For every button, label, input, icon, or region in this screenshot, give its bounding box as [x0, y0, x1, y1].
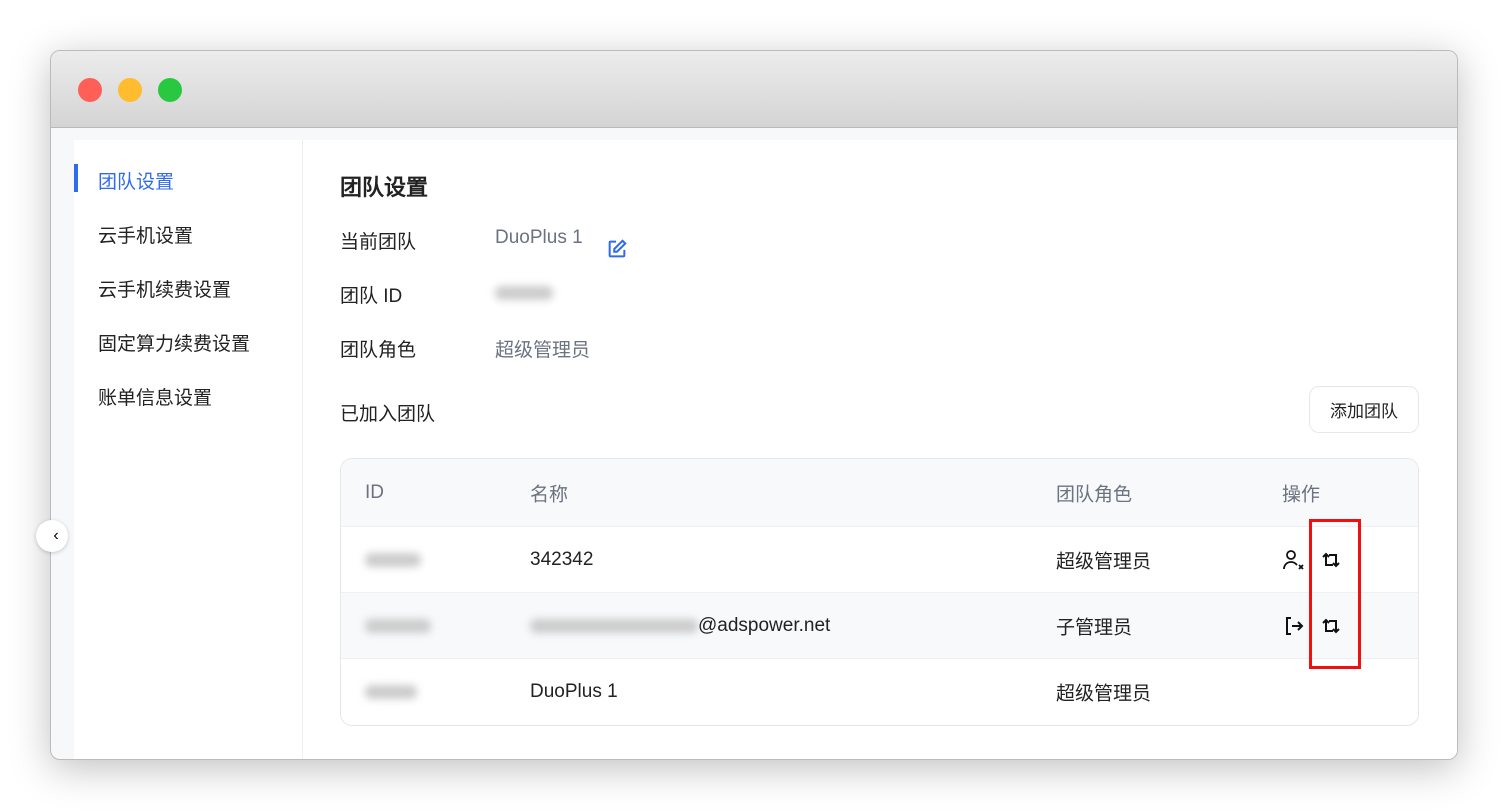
sidebar-item-fixed-compute-renewal[interactable]: 固定算力续费设置 [98, 329, 250, 356]
teams-table: ID 名称 团队角色 操作 342342 超级管理员 @adspower.net… [340, 458, 1419, 726]
joined-teams-label: 已加入团队 [340, 404, 436, 425]
team-name: DuoPlus 1 [530, 680, 618, 702]
page-title: 团队设置 [340, 175, 429, 200]
table-row: @adspower.net 子管理员 [341, 592, 1418, 658]
table-header: ID 名称 团队角色 操作 [341, 459, 1418, 526]
header-actions: 操作 [1282, 484, 1321, 505]
sidebar-item-cloud-phone-renewal[interactable]: 云手机续费设置 [98, 275, 231, 302]
sidebar-item-team-settings[interactable]: 团队设置 [98, 167, 174, 194]
minimize-window-button[interactable] [118, 78, 142, 102]
team-role-label: 团队角色 [340, 340, 417, 361]
collapse-sidebar-button[interactable]: ‹ [36, 520, 68, 552]
current-team-label: 当前团队 [340, 232, 417, 253]
team-role: 超级管理员 [1056, 551, 1152, 572]
remove-user-icon[interactable] [1282, 548, 1306, 572]
add-team-button[interactable]: 添加团队 [1309, 386, 1419, 433]
exit-team-icon[interactable] [1282, 614, 1306, 638]
team-id-label: 团队 ID [340, 286, 403, 307]
content-area: 团队设置 云手机设置 云手机续费设置 固定算力续费设置 账单信息设置 团队设置 … [74, 140, 1457, 759]
highlight-box [1309, 519, 1361, 669]
chevron-left-icon: ‹ [53, 527, 59, 544]
table-row: DuoPlus 1 超级管理员 [341, 658, 1418, 724]
close-window-button[interactable] [78, 78, 102, 102]
team-name: @adspower.net [698, 614, 831, 636]
sidebar-item-cloud-phone-settings[interactable]: 云手机设置 [98, 221, 193, 248]
edit-icon[interactable] [606, 238, 628, 260]
current-team-value: DuoPlus 1 [495, 227, 583, 248]
sidebar: 团队设置 云手机设置 云手机续费设置 固定算力续费设置 账单信息设置 [74, 140, 303, 759]
maximize-window-button[interactable] [158, 78, 182, 102]
team-role: 子管理员 [1056, 617, 1133, 638]
id-blurred [365, 685, 417, 699]
team-id-value-blurred [495, 286, 553, 300]
header-role: 团队角色 [1056, 484, 1133, 505]
title-bar [51, 51, 1457, 128]
id-blurred [365, 619, 431, 633]
header-id: ID [365, 481, 384, 503]
app-window: 团队设置 云手机设置 云手机续费设置 固定算力续费设置 账单信息设置 团队设置 … [50, 50, 1458, 760]
team-role: 超级管理员 [1056, 683, 1152, 704]
header-name: 名称 [530, 484, 569, 505]
sidebar-item-billing-info[interactable]: 账单信息设置 [98, 383, 212, 410]
active-indicator [74, 164, 78, 192]
team-name: 342342 [530, 548, 594, 570]
id-blurred [365, 553, 421, 567]
email-blurred [530, 619, 698, 633]
team-role-value: 超级管理员 [495, 340, 591, 361]
table-row: 342342 超级管理员 [341, 526, 1418, 592]
